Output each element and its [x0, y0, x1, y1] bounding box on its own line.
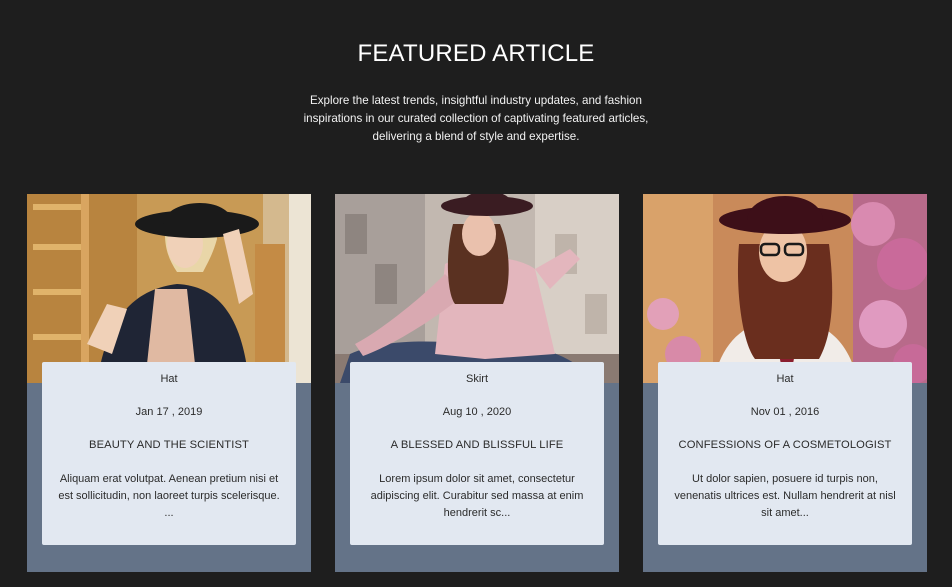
article-panel: Skirt Aug 10 , 2020 A BLESSED AND BLISSF… [350, 362, 604, 545]
article-date: Jan 17 , 2019 [135, 406, 203, 418]
article-card[interactable]: Hat Nov 01 , 2016 CONFESSIONS OF A COSME… [643, 194, 927, 572]
article-excerpt: Lorem ipsum dolor sit amet, consectetur … [370, 473, 584, 519]
article-title[interactable]: CONFESSIONS OF A COSMETOLOGIST [658, 439, 912, 451]
article-panel: Hat Jan 17 , 2019 BEAUTY AND THE SCIENTI… [42, 362, 296, 545]
article-card[interactable]: Skirt Aug 10 , 2020 A BLESSED AND BLISSF… [335, 194, 619, 572]
article-category[interactable]: Skirt [350, 373, 604, 385]
article-category[interactable]: Hat [658, 373, 912, 385]
article-card[interactable]: Hat Jan 17 , 2019 BEAUTY AND THE SCIENTI… [27, 194, 311, 572]
article-panel: Hat Nov 01 , 2016 CONFESSIONS OF A COSME… [658, 362, 912, 545]
article-title[interactable]: BEAUTY AND THE SCIENTIST [42, 439, 296, 451]
section-title: FEATURED ARTICLE [357, 40, 595, 67]
section-intro: Explore the latest trends, insightful in… [303, 94, 649, 143]
article-date: Aug 10 , 2020 [442, 406, 512, 418]
article-photo[interactable] [27, 194, 311, 383]
article-title[interactable]: A BLESSED AND BLISSFUL LIFE [350, 439, 604, 451]
article-category[interactable]: Hat [42, 373, 296, 385]
article-excerpt: Ut dolor sapien, posuere id turpis non, … [674, 473, 896, 519]
article-date: Nov 01 , 2016 [750, 406, 820, 418]
article-excerpt: Aliquam erat volutpat. Aenean pretium ni… [58, 473, 280, 519]
article-photo[interactable] [643, 194, 927, 383]
article-photo[interactable] [335, 194, 619, 383]
